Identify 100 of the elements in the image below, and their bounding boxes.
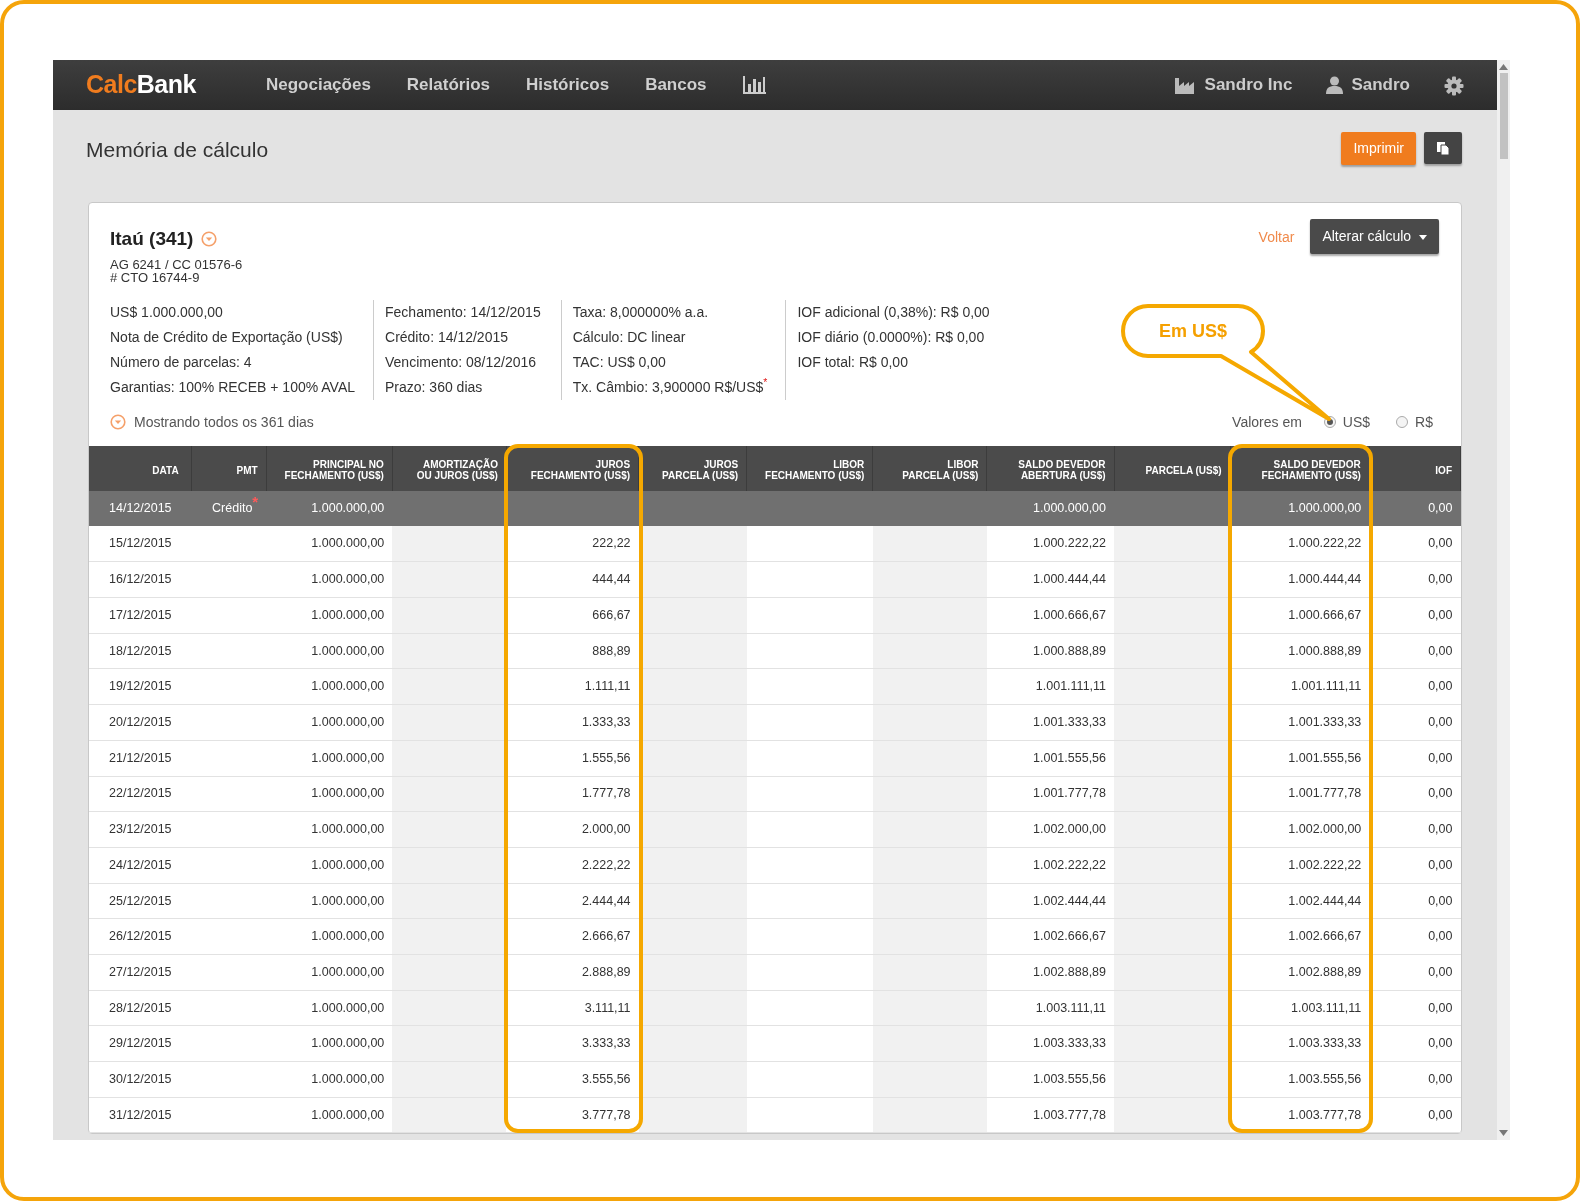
user-icon <box>1326 76 1344 94</box>
detail-text: Nota de Crédito de Exportação (US$) <box>110 327 344 347</box>
table-cell: 26/12/2015 <box>89 918 192 955</box>
table-cell: 1.001.555,56 <box>1230 740 1370 776</box>
column-header[interactable]: JUROS PARCELA (US$) <box>638 445 747 491</box>
company-name[interactable]: Sandro Inc <box>1204 72 1293 98</box>
scrollbar[interactable] <box>1497 60 1510 1140</box>
detail-text: Cálculo: DC linear <box>572 327 687 347</box>
table-cell: 30/12/2015 <box>89 1061 192 1098</box>
logo-text: Calc <box>86 69 137 101</box>
table-cell: 0,00 <box>1369 668 1461 705</box>
table-cell: 0,00 <box>1369 704 1461 741</box>
table-cell: 0,00 <box>1369 883 1461 919</box>
table-cell: 14/12/2015 <box>89 490 192 527</box>
nav-link[interactable]: Negociações <box>265 72 371 98</box>
scrollbar-thumb[interactable] <box>1499 73 1508 159</box>
column-header[interactable]: JUROS FECHAMENTO (US$) <box>506 445 639 491</box>
account-text: AG 6241 / CC 01576-6 <box>110 257 243 271</box>
table-cell: 0,00 <box>1369 526 1461 562</box>
table-cell: 0,00 <box>1369 597 1461 634</box>
radio-label[interactable]: R$ <box>1415 411 1433 433</box>
column-header[interactable]: SALDO DEVEDOR ABERTURA (US$) <box>986 445 1115 491</box>
column-header[interactable]: PARCELA (US$) <box>1114 445 1231 491</box>
nav-link[interactable]: Bancos <box>645 72 707 98</box>
table-cell: 16/12/2015 <box>89 561 192 598</box>
table-cell: 0,00 <box>1369 776 1461 812</box>
detail-text: Vencimento: 08/12/2016 <box>385 352 538 372</box>
bar-chart-icon[interactable] <box>742 76 767 94</box>
column-header[interactable]: PMT <box>191 445 267 491</box>
table-cell: 1.001.111,11 <box>1230 668 1370 705</box>
logo-text: Bank <box>136 69 196 101</box>
chevron-circle-icon[interactable] <box>201 231 218 248</box>
table-cell: 17/12/2015 <box>89 597 192 634</box>
table-cell: 0,00 <box>1369 740 1461 776</box>
column-header[interactable]: DATA <box>89 445 192 491</box>
copy-icon <box>1436 140 1450 156</box>
table-cell: 1.000.444,44 <box>1230 561 1370 598</box>
factory-icon <box>1174 76 1197 94</box>
table-cell: 1.000.000,00 <box>266 490 393 527</box>
change-calculation-dropdown[interactable]: Alterar cálculo <box>1310 219 1439 254</box>
table-cell: 1.002.666,67 <box>1230 918 1370 955</box>
table-cell: 0,00 <box>1369 1025 1461 1062</box>
table-cell: 1.003.333,33 <box>1230 1025 1370 1062</box>
column-header[interactable]: LIBOR FECHAMENTO (US$) <box>746 445 873 491</box>
bank-name: Itaú (341) <box>110 227 194 251</box>
table-cell: 29/12/2015 <box>89 1025 192 1062</box>
radio-button[interactable] <box>1396 416 1409 428</box>
detail-text: Prazo: 360 dias <box>385 377 484 397</box>
nav-link[interactable]: Históricos <box>526 72 610 98</box>
callout-label: Em US$ <box>1159 319 1227 343</box>
table-cell: 0,00 <box>1369 1061 1461 1098</box>
detail-text: IOF diário (0.0000%): R$ 0,00 <box>797 327 986 347</box>
table-cell: 28/12/2015 <box>89 990 192 1026</box>
table-cell: 1.000.000,00 <box>986 490 1115 527</box>
table-cell: 1.002.444,44 <box>1230 883 1370 919</box>
detail-text: US$ 1.000.000,00 <box>110 302 224 322</box>
table-cell: 22/12/2015 <box>89 776 192 812</box>
table-cell: 25/12/2015 <box>89 883 192 919</box>
table-cell: 0,00 <box>1369 954 1461 991</box>
table-cell: 21/12/2015 <box>89 740 192 776</box>
table-cell: 1.003.555,56 <box>1230 1061 1370 1098</box>
table-cell: 0,00 <box>1369 633 1461 669</box>
table-cell: 1.000.000,00 <box>1230 490 1370 527</box>
table-cell: 31/12/2015 <box>89 1097 192 1133</box>
table-cell: 27/12/2015 <box>89 954 192 991</box>
column-header[interactable]: LIBOR PARCELA (US$) <box>872 445 987 491</box>
table-cell: 0,00 <box>1369 1097 1461 1133</box>
detail-text: TAC: US$ 0,00 <box>572 352 667 372</box>
copy-button[interactable] <box>1424 132 1462 164</box>
column-header[interactable]: PRINCIPAL NO FECHAMENTO (US$) <box>266 445 393 491</box>
nav-link[interactable]: Relatórios <box>406 72 490 98</box>
table-cell: 1.002.000,00 <box>1230 811 1370 848</box>
detail-text: Fechamento: 14/12/2015 <box>385 302 541 322</box>
table-cell: 15/12/2015 <box>89 526 192 562</box>
table-cell: 0,00 <box>1369 811 1461 848</box>
table-cell: 24/12/2015 <box>89 847 192 884</box>
table-cell: 19/12/2015 <box>89 668 192 705</box>
detail-text: Número de parcelas: 4 <box>110 352 253 372</box>
column-header[interactable]: IOF <box>1369 445 1461 491</box>
settings-icon[interactable] <box>1444 75 1464 96</box>
table-cell: 1.000.888,89 <box>1230 633 1370 669</box>
detail-text: Taxa: 8,000000% a.a. <box>572 302 710 322</box>
table-cell: 0,00 <box>1369 918 1461 955</box>
user-name[interactable]: Sandro <box>1351 72 1410 98</box>
page-title: Memória de cálculo <box>86 137 269 163</box>
scroll-down-icon[interactable] <box>1499 1130 1508 1136</box>
detail-text: Tx. Câmbio: 3,900000 R$/US$$^{*}$ <box>572 375 768 397</box>
column-header[interactable]: SALDO DEVEDOR FECHAMENTO (US$) <box>1230 445 1370 491</box>
table-cell: 0,00 <box>1369 847 1461 884</box>
table-cell: 1.003.111,11 <box>1230 990 1370 1026</box>
table-cell: 1.002.222,22 <box>1230 847 1370 884</box>
table-cell: 18/12/2015 <box>89 633 192 669</box>
currency-label: Valores em <box>1232 412 1302 432</box>
column-header[interactable]: AMORTIZAÇÃO OU JUROS (US$) <box>392 445 507 491</box>
caret-icon <box>1419 234 1427 240</box>
radio-label[interactable]: US$ <box>1342 411 1371 433</box>
detail-text: IOF total: R$ 0,00 <box>797 352 909 372</box>
chevron-circle-icon[interactable] <box>110 414 126 430</box>
scroll-up-icon[interactable] <box>1499 64 1508 70</box>
table-cell: 20/12/2015 <box>89 704 192 741</box>
